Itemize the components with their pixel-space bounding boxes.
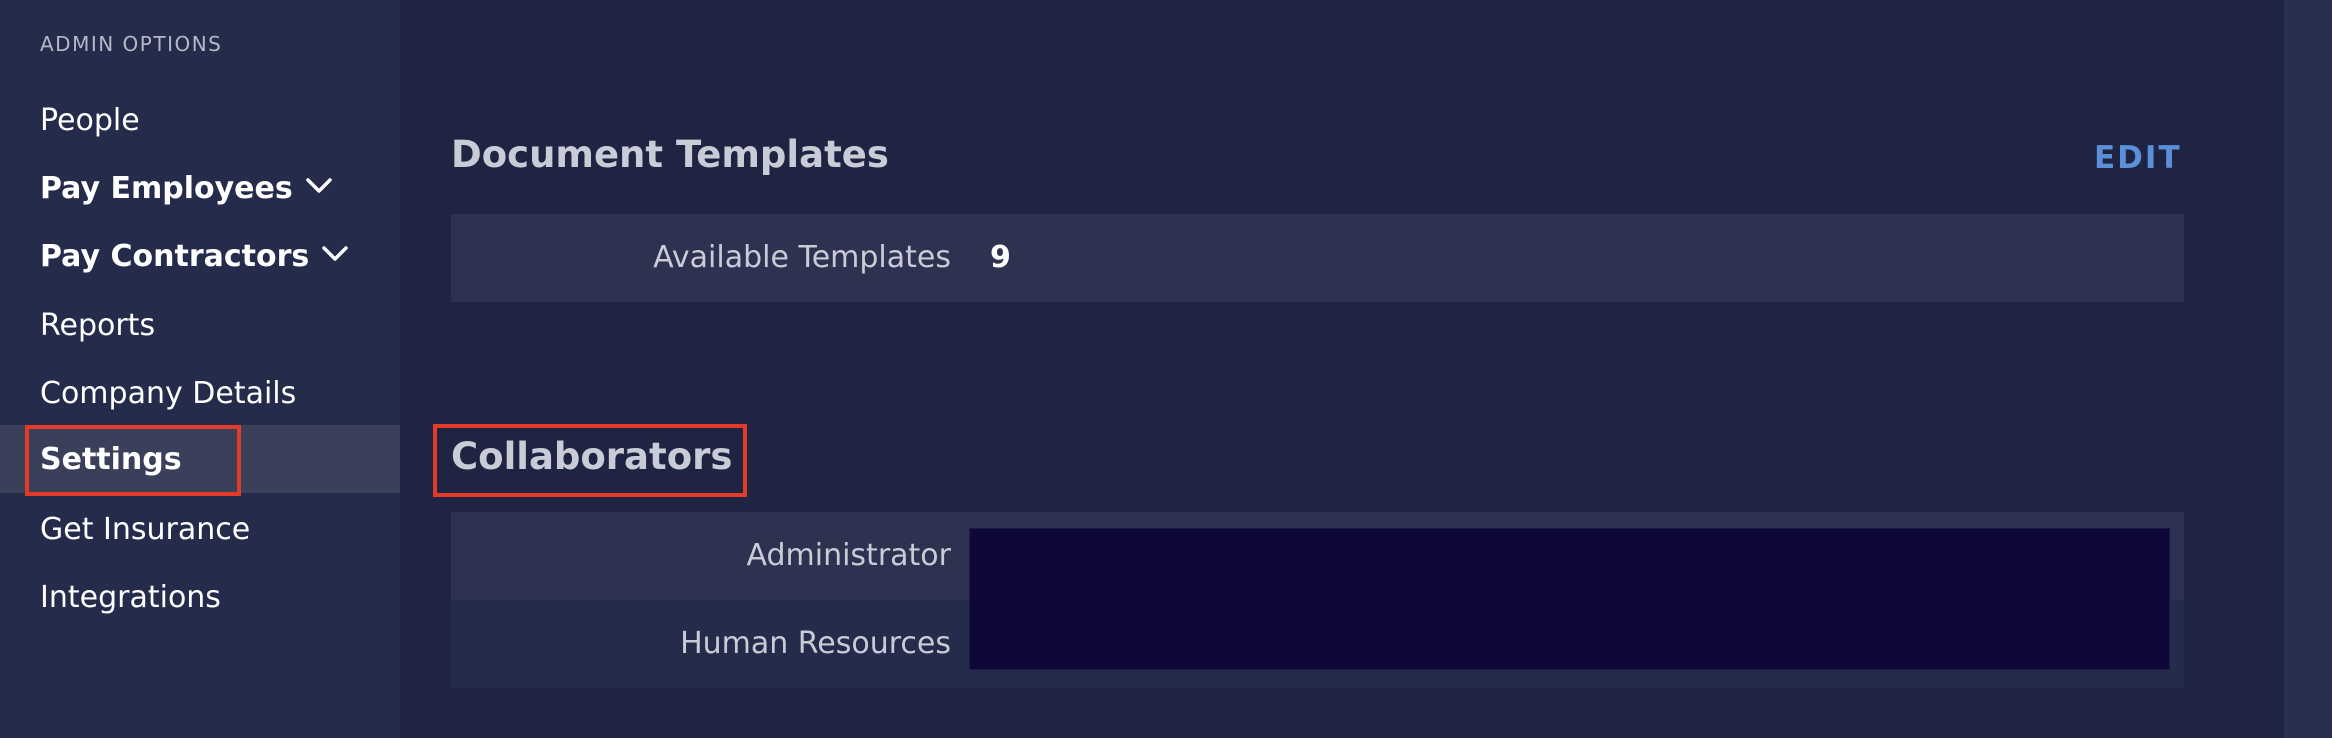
available-templates-value: 9 bbox=[990, 240, 1011, 275]
sidebar-item-label: Pay Employees bbox=[40, 170, 293, 206]
administrator-label: Administrator bbox=[746, 538, 951, 573]
sidebar-item-label: Reports bbox=[40, 307, 156, 343]
document-templates-title: Document Templates bbox=[451, 133, 889, 176]
sidebar-item-label: Settings bbox=[40, 441, 182, 477]
sidebar-item-label: Company Details bbox=[40, 375, 297, 411]
templates-panel: Available Templates 9 bbox=[451, 214, 2184, 302]
sidebar-item-company-details[interactable]: Company Details bbox=[0, 359, 400, 427]
sidebar: ADMIN OPTIONS People Pay Employees Pay C… bbox=[0, 0, 400, 738]
edit-templates-button[interactable]: EDIT bbox=[2094, 140, 2182, 176]
sidebar-item-pay-contractors[interactable]: Pay Contractors bbox=[0, 222, 400, 290]
collaborators-title: Collaborators bbox=[451, 435, 733, 478]
chevron-down-icon[interactable] bbox=[305, 172, 333, 200]
sidebar-item-label: People bbox=[40, 102, 140, 138]
sidebar-item-reports[interactable]: Reports bbox=[0, 291, 400, 359]
page: ADMIN OPTIONS People Pay Employees Pay C… bbox=[0, 0, 2332, 738]
sidebar-item-pay-employees[interactable]: Pay Employees bbox=[0, 154, 400, 222]
available-templates-label: Available Templates bbox=[653, 240, 951, 275]
redacted-collaborator-values bbox=[969, 528, 2170, 670]
sidebar-heading: ADMIN OPTIONS bbox=[40, 32, 223, 56]
chevron-down-icon[interactable] bbox=[321, 240, 349, 268]
right-scroll-gutter bbox=[2284, 0, 2332, 738]
sidebar-item-settings[interactable]: Settings bbox=[0, 425, 400, 493]
human-resources-label: Human Resources bbox=[680, 626, 951, 661]
sidebar-item-people[interactable]: People bbox=[0, 86, 400, 154]
sidebar-item-label: Pay Contractors bbox=[40, 238, 310, 274]
sidebar-item-label: Get Insurance bbox=[40, 511, 251, 547]
sidebar-item-label: Integrations bbox=[40, 579, 221, 615]
sidebar-item-get-insurance[interactable]: Get Insurance bbox=[0, 495, 400, 563]
sidebar-item-integrations[interactable]: Integrations bbox=[0, 563, 400, 631]
